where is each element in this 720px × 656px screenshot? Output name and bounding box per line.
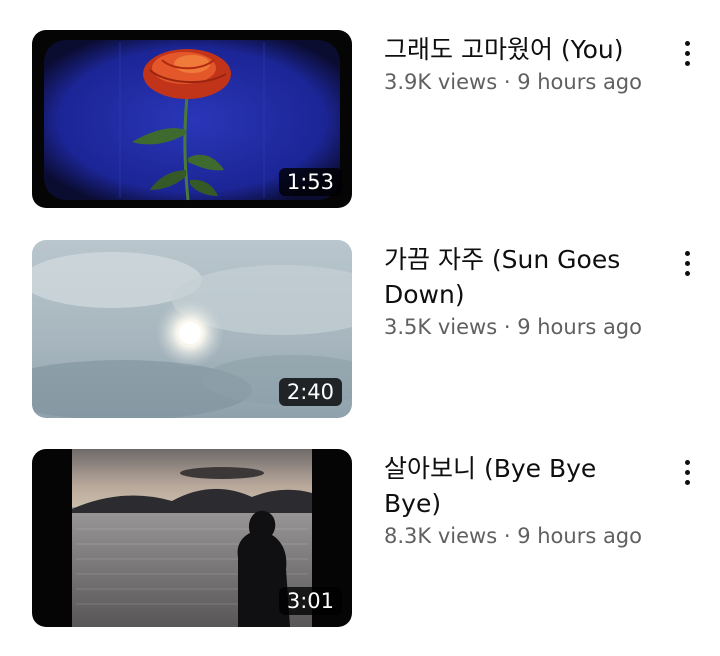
- upload-age: 9 hours ago: [517, 70, 642, 94]
- video-stats: 3.9K views · 9 hours ago: [384, 67, 656, 97]
- video-duration-badge: 2:40: [278, 378, 342, 406]
- view-count: 3.9K views: [384, 70, 498, 94]
- stats-separator: ·: [497, 524, 518, 548]
- view-count: 3.5K views: [384, 315, 498, 339]
- more-vertical-icon[interactable]: [668, 36, 706, 70]
- video-thumbnail[interactable]: 3:01: [32, 449, 352, 627]
- video-duration-badge: 1:53: [278, 168, 342, 196]
- upload-age: 9 hours ago: [517, 524, 642, 548]
- video-title[interactable]: 살아보니 (Bye Bye Bye): [384, 451, 656, 521]
- upload-age: 9 hours ago: [517, 315, 642, 339]
- video-metadata[interactable]: 가끔 자주 (Sun Goes Down) 3.5K views · 9 hou…: [384, 242, 656, 342]
- video-item[interactable]: 2:40 가끔 자주 (Sun Goes Down) 3.5K views · …: [0, 240, 720, 418]
- video-title[interactable]: 가끔 자주 (Sun Goes Down): [384, 242, 656, 312]
- more-vertical-icon[interactable]: [668, 246, 706, 280]
- video-item[interactable]: 3:01 살아보니 (Bye Bye Bye) 8.3K views · 9 h…: [0, 449, 720, 627]
- video-metadata[interactable]: 그래도 고마웠어 (You) 3.9K views · 9 hours ago: [384, 32, 656, 97]
- video-item[interactable]: 1:53 그래도 고마웠어 (You) 3.9K views · 9 hours…: [0, 30, 720, 208]
- video-metadata[interactable]: 살아보니 (Bye Bye Bye) 8.3K views · 9 hours …: [384, 451, 656, 551]
- video-title[interactable]: 그래도 고마웠어 (You): [384, 32, 656, 67]
- view-count: 8.3K views: [384, 524, 498, 548]
- video-duration-badge: 3:01: [278, 587, 342, 615]
- video-stats: 3.5K views · 9 hours ago: [384, 312, 656, 342]
- stats-separator: ·: [497, 315, 518, 339]
- video-stats: 8.3K views · 9 hours ago: [384, 521, 656, 551]
- video-thumbnail[interactable]: 1:53: [32, 30, 352, 208]
- more-vertical-icon[interactable]: [668, 455, 706, 489]
- video-thumbnail[interactable]: 2:40: [32, 240, 352, 418]
- stats-separator: ·: [497, 70, 518, 94]
